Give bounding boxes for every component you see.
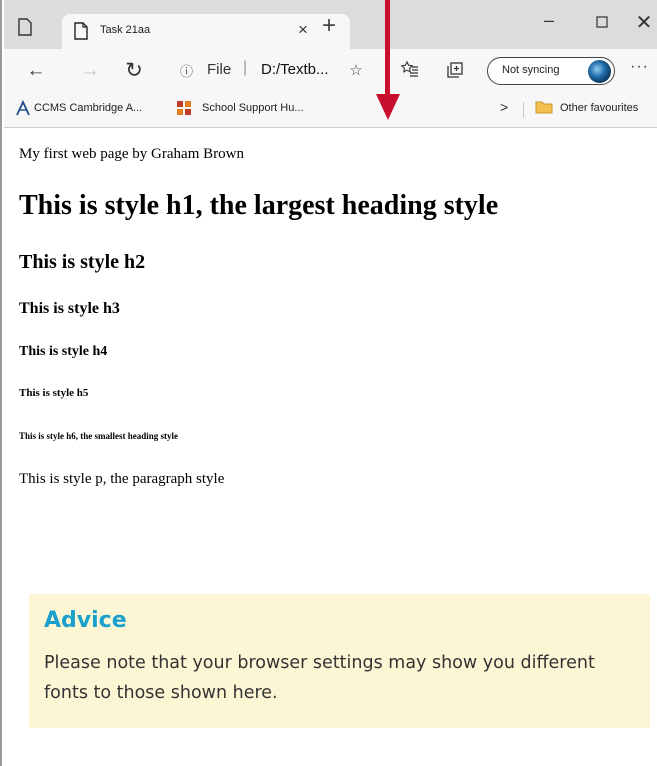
- favorites-overflow-icon[interactable]: >: [500, 99, 508, 115]
- advice-box: Advice Please note that your browser set…: [29, 594, 650, 728]
- advice-title: Advice: [44, 608, 127, 633]
- favorites-divider: [523, 102, 524, 118]
- tab-task-21aa[interactable]: Task 21aa ×: [62, 14, 350, 49]
- minimize-button[interactable]: –: [534, 10, 564, 34]
- annotation-arrow-head: [376, 94, 400, 120]
- tab-close-icon[interactable]: ×: [294, 20, 312, 40]
- site-info-icon[interactable]: ⓘ: [180, 61, 193, 80]
- more-menu-icon[interactable]: ···: [630, 58, 649, 76]
- favorite-star-icon[interactable]: ☆: [346, 61, 366, 81]
- refresh-button[interactable]: ↻: [122, 59, 146, 83]
- address-url[interactable]: D:/Textb...: [261, 61, 329, 78]
- intro-text: My first web page by Graham Brown: [19, 146, 244, 162]
- address-scheme-label: File: [207, 61, 232, 78]
- folder-icon: [535, 100, 553, 119]
- cambridge-logo-icon: [16, 99, 30, 121]
- address-separator: |: [243, 59, 248, 76]
- heading-h3: This is style h3: [19, 300, 120, 317]
- back-button[interactable]: ←: [24, 59, 48, 83]
- browser-window: Task 21aa × + – ✕ ← → ↻ ⓘ File | D:/Text…: [0, 0, 657, 766]
- sync-status-label: Not syncing: [502, 64, 560, 76]
- profile-sync-button[interactable]: Not syncing: [487, 57, 615, 85]
- shield-crest-icon: [176, 100, 192, 121]
- advice-text: Please note that your browser settings m…: [44, 653, 595, 703]
- favorite-item-school-support[interactable]: School Support Hu...: [202, 102, 304, 114]
- tab-actions-icon[interactable]: [18, 18, 34, 38]
- other-favourites-folder[interactable]: Other favourites: [560, 102, 638, 114]
- address-toolbar: ← → ↻ ⓘ File | D:/Textb... ☆ Not syncing…: [4, 49, 657, 93]
- tab-title: Task 21aa: [100, 24, 151, 36]
- heading-h4: This is style h4: [19, 344, 108, 359]
- maximize-button[interactable]: [587, 10, 617, 34]
- favorite-item-ccms[interactable]: CCMS Cambridge A...: [34, 102, 142, 114]
- tab-strip: Task 21aa × + – ✕: [4, 0, 657, 49]
- heading-h6: This is style h6, the smallest heading s…: [19, 431, 179, 441]
- close-window-button[interactable]: ✕: [629, 10, 657, 34]
- new-tab-button[interactable]: +: [322, 14, 336, 38]
- collections-icon[interactable]: [445, 61, 465, 81]
- avatar: [588, 60, 611, 83]
- paragraph-text: This is style p, the paragraph style: [19, 471, 225, 487]
- forward-button[interactable]: →: [78, 59, 102, 83]
- heading-h2: This is style h2: [19, 251, 146, 273]
- favorites-bar: CCMS Cambridge A... School Support Hu...…: [4, 93, 657, 128]
- annotation-arrow-line: [385, 0, 390, 96]
- favorites-list-icon[interactable]: [400, 60, 420, 81]
- page-icon: [74, 22, 88, 45]
- heading-h1: This is style h1, the largest heading st…: [19, 190, 499, 221]
- heading-h5: This is style h5: [19, 387, 89, 399]
